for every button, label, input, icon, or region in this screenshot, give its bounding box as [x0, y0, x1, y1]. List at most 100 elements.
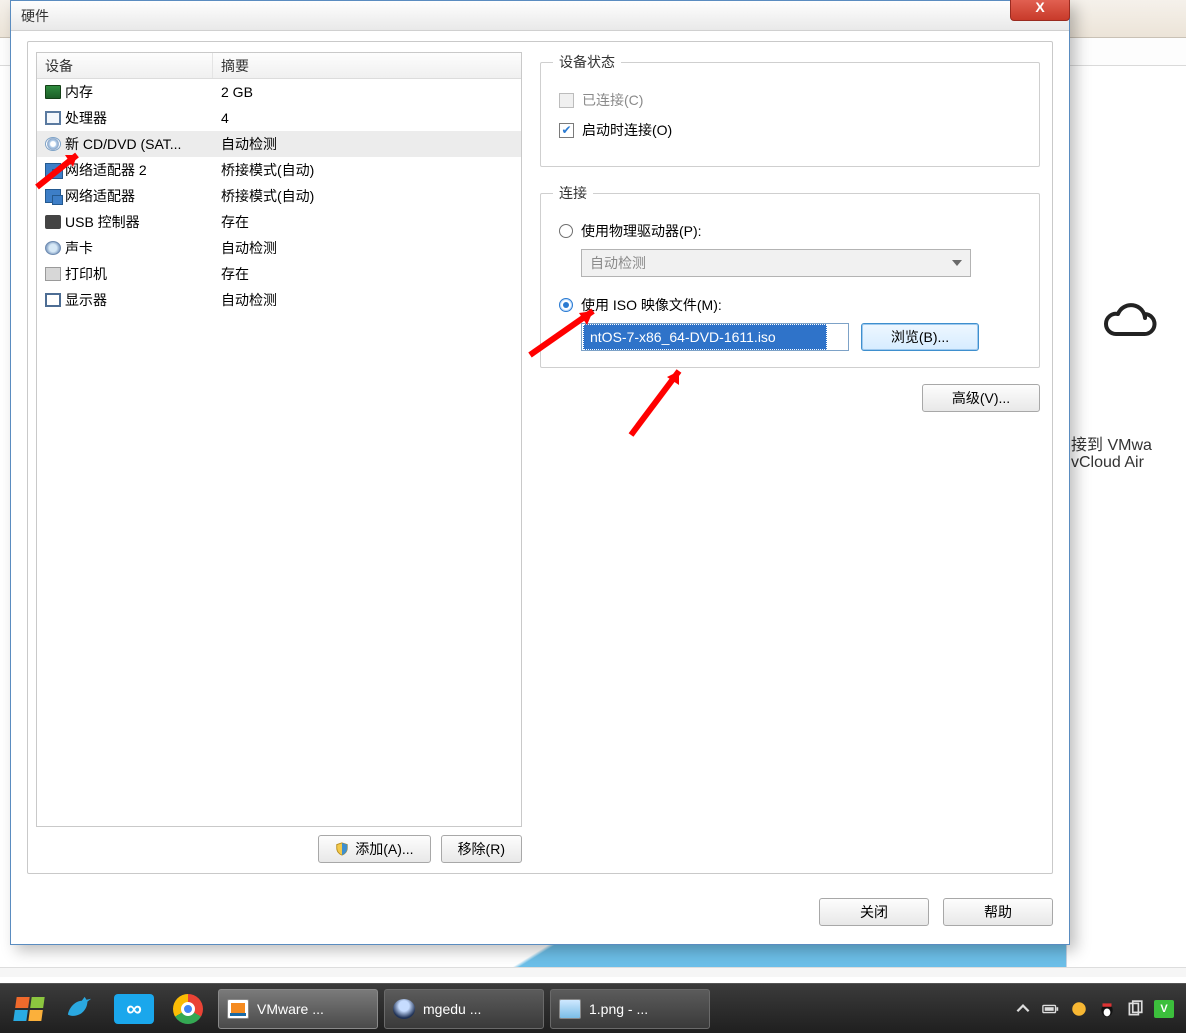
- taskbar-pinned-app[interactable]: ∞: [110, 989, 158, 1029]
- advanced-button[interactable]: 高级(V)...: [922, 384, 1040, 412]
- chevron-down-icon: [952, 260, 962, 266]
- remove-button[interactable]: 移除(R): [441, 835, 522, 863]
- mem-icon: [45, 85, 61, 99]
- windows-icon: [13, 997, 44, 1021]
- device-name: 网络适配器: [65, 186, 135, 206]
- device-name: 网络适配器 2: [65, 160, 147, 180]
- backdrop-text-2: vCloud Air: [1071, 454, 1186, 472]
- backdrop-text-1: 接到 VMwa: [1071, 431, 1186, 455]
- device-row[interactable]: USB 控制器 存在: [37, 209, 521, 235]
- connection-legend: 连接: [553, 183, 593, 203]
- device-summary: 自动检测: [213, 238, 521, 258]
- device-name: 处理器: [65, 108, 107, 128]
- device-summary: 4: [213, 110, 521, 126]
- advanced-button-label: 高级(V)...: [952, 388, 1010, 408]
- iso-file-combobox[interactable]: ntOS-7-x86_64-DVD-1611.iso: [581, 323, 849, 351]
- device-summary: 存在: [213, 264, 521, 284]
- close-icon: X: [1035, 0, 1044, 15]
- taskbar-pinned-chrome[interactable]: [164, 989, 212, 1029]
- device-list[interactable]: 设备 摘要 内存2 GB处理器4新 CD/DVD (SAT...自动检测网络适配…: [36, 52, 522, 827]
- taskbar-task-label: mgedu ...: [423, 1001, 481, 1017]
- usb-icon: [45, 215, 61, 229]
- iso-combo-caret[interactable]: [828, 334, 848, 340]
- use-iso-file-label: 使用 ISO 映像文件(M):: [581, 295, 722, 315]
- device-row[interactable]: 网络适配器 2 桥接模式(自动): [37, 157, 521, 183]
- browse-button[interactable]: 浏览(B)...: [861, 323, 979, 351]
- connect-at-poweron-checkbox[interactable]: [559, 123, 574, 138]
- start-button[interactable]: [8, 990, 50, 1028]
- device-summary: 桥接模式(自动): [213, 186, 521, 206]
- connection-group: 连接 使用物理驱动器(P): 自动检测 使用 ISO 映像文件(M):: [540, 183, 1040, 368]
- device-name: 打印机: [65, 264, 107, 284]
- column-header-summary[interactable]: 摘要: [213, 53, 521, 78]
- shield-icon: [335, 842, 349, 856]
- tray-chat-icon[interactable]: [1070, 1000, 1088, 1018]
- connect-at-poweron-label: 启动时连接(O): [582, 120, 672, 140]
- device-summary: 桥接模式(自动): [213, 160, 521, 180]
- pic-icon: [559, 999, 581, 1019]
- tray-penguin-icon[interactable]: [1098, 1000, 1116, 1018]
- bird-icon: [65, 996, 95, 1022]
- prn-icon: [45, 267, 61, 281]
- device-row[interactable]: 处理器 4: [37, 105, 521, 131]
- connected-label: 已连接(C): [582, 90, 643, 110]
- device-summary: 自动检测: [213, 290, 521, 310]
- remove-button-label: 移除(R): [458, 839, 505, 859]
- device-row[interactable]: 声卡 自动检测: [37, 235, 521, 261]
- physical-drive-dropdown-value: 自动检测: [590, 253, 646, 273]
- taskbar-task-label: 1.png - ...: [589, 1001, 648, 1017]
- titlebar: 硬件 X: [11, 1, 1069, 31]
- net-icon: [45, 189, 61, 203]
- use-physical-drive-radio[interactable]: [559, 224, 573, 238]
- taskbar[interactable]: ∞ VMware ... mgedu ... 1.png - ... V: [0, 983, 1186, 1033]
- use-physical-drive-label: 使用物理驱动器(P):: [581, 221, 702, 241]
- connected-checkbox: [559, 93, 574, 108]
- chrome-icon: [173, 994, 203, 1024]
- dialog-title: 硬件: [21, 6, 49, 26]
- tray-av-icon[interactable]: V: [1154, 1000, 1174, 1018]
- device-status-legend: 设备状态: [553, 52, 621, 72]
- taskbar-task[interactable]: VMware ...: [218, 989, 378, 1029]
- iso-file-value: ntOS-7-x86_64-DVD-1611.iso: [583, 324, 827, 350]
- tray-battery-icon[interactable]: [1042, 1000, 1060, 1018]
- avatar-icon: [393, 999, 415, 1019]
- hardware-dialog: 硬件 X 设备 摘要 内存2 GB 处理器 4 新 CD/DVD (SAT... 自动检…: [10, 0, 1070, 945]
- device-name: 显示器: [65, 290, 107, 310]
- taskbar-pinned-app[interactable]: [56, 989, 104, 1029]
- system-tray[interactable]: V: [1014, 1000, 1178, 1018]
- cloud-icon: [1095, 296, 1159, 346]
- browse-button-label: 浏览(B)...: [891, 327, 949, 347]
- cd-icon: [45, 137, 61, 151]
- dsp-icon: [45, 293, 61, 307]
- use-iso-file-radio[interactable]: [559, 298, 573, 312]
- snd-icon: [45, 241, 61, 255]
- add-button[interactable]: 添加(A)...: [318, 835, 430, 863]
- tray-copy-icon[interactable]: [1126, 1000, 1144, 1018]
- close-button[interactable]: X: [1010, 0, 1070, 21]
- device-status-group: 设备状态 已连接(C) 启动时连接(O): [540, 52, 1040, 167]
- dialog-help-button[interactable]: 帮助: [943, 898, 1053, 926]
- cpu-icon: [45, 111, 61, 125]
- taskbar-task[interactable]: 1.png - ...: [550, 989, 710, 1029]
- vm-icon: [227, 999, 249, 1019]
- device-name: 内存: [65, 82, 93, 102]
- device-name: 声卡: [65, 238, 93, 258]
- device-summary: 存在: [213, 212, 521, 232]
- device-row[interactable]: 显示器 自动检测: [37, 287, 521, 313]
- dialog-help-label: 帮助: [984, 902, 1012, 922]
- dialog-close-label: 关闭: [860, 902, 888, 922]
- taskbar-task[interactable]: mgedu ...: [384, 989, 544, 1029]
- device-name: 新 CD/DVD (SAT...: [65, 134, 181, 154]
- device-row[interactable]: 网络适配器 桥接模式(自动): [37, 183, 521, 209]
- column-header-device[interactable]: 设备: [37, 53, 213, 78]
- device-name: USB 控制器: [65, 212, 140, 232]
- device-row[interactable]: 新 CD/DVD (SAT... 自动检测: [37, 131, 521, 157]
- device-row[interactable]: 内存2 GB: [37, 79, 521, 105]
- taskbar-task-label: VMware ...: [257, 1001, 324, 1017]
- dialog-close-button[interactable]: 关闭: [819, 898, 929, 926]
- device-summary: 自动检测: [213, 134, 521, 154]
- cloud-drive-icon: ∞: [114, 994, 154, 1024]
- tray-up-icon[interactable]: [1014, 1000, 1032, 1018]
- device-row[interactable]: 打印机 存在: [37, 261, 521, 287]
- physical-drive-dropdown: 自动检测: [581, 249, 971, 277]
